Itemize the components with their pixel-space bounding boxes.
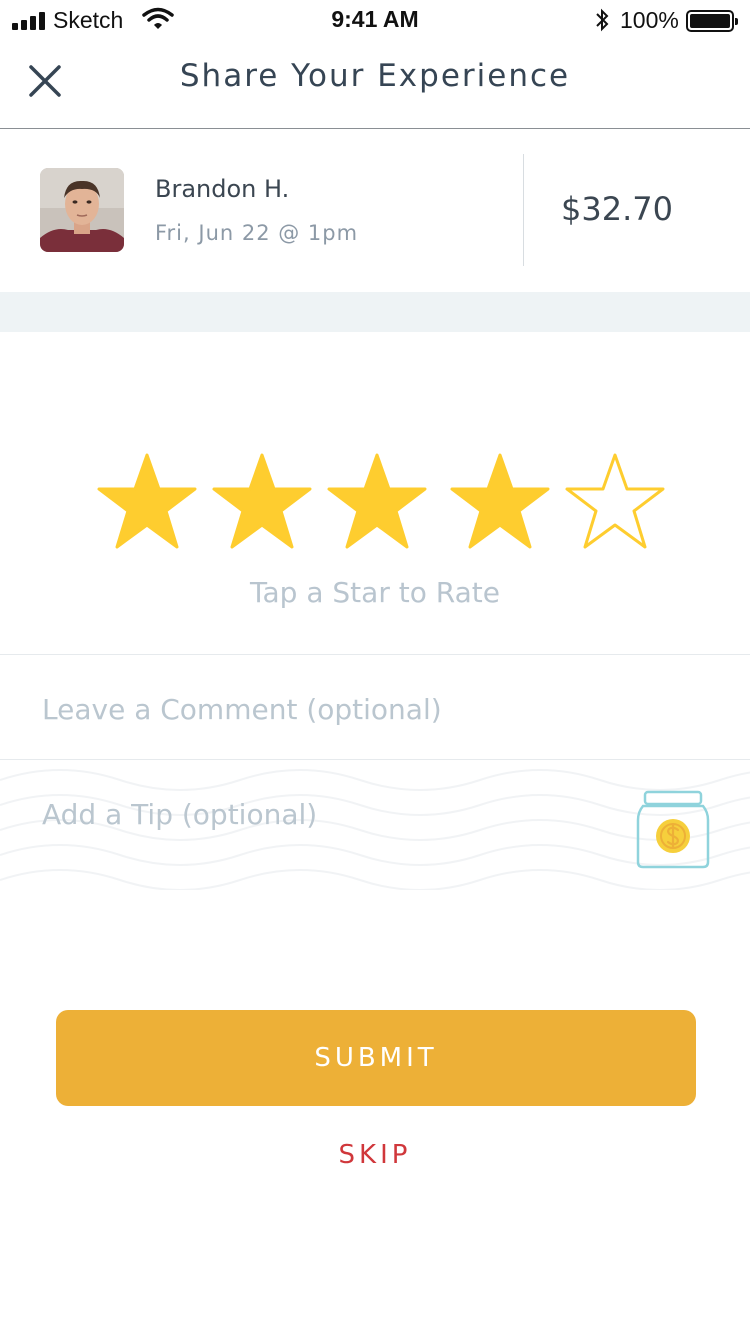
section-separator — [0, 292, 750, 332]
provider-name: Brandon H. — [155, 175, 290, 203]
star-icon[interactable] — [97, 452, 197, 552]
battery-percentage: 100% — [620, 7, 679, 33]
appointment-summary: Brandon H. Fri, Jun 22 @ 1pm $32.70 — [0, 130, 750, 292]
star-icon[interactable] — [450, 452, 550, 552]
tip-jar-icon[interactable] — [635, 790, 711, 870]
star-icon[interactable] — [212, 452, 312, 552]
skip-button[interactable]: SKIP — [0, 1140, 750, 1170]
avatar — [40, 168, 124, 252]
appointment-price: $32.70 — [561, 190, 673, 228]
rating-hint: Tap a Star to Rate — [250, 576, 500, 609]
tip-placeholder: Add a Tip (optional) — [42, 798, 318, 831]
battery-icon — [686, 10, 738, 32]
appointment-datetime: Fri, Jun 22 @ 1pm — [155, 221, 359, 245]
comment-placeholder: Leave a Comment (optional) — [42, 693, 442, 726]
star-icon[interactable] — [327, 452, 427, 552]
star-rating[interactable] — [0, 452, 750, 552]
status-bar: Sketch 9:41 AM 100% — [0, 0, 750, 40]
tip-field[interactable]: Add a Tip (optional) — [0, 760, 750, 890]
page-title: Share Your Experience — [179, 58, 571, 94]
nav-bar: Share Your Experience — [0, 40, 750, 129]
comment-field[interactable]: Leave a Comment (optional) — [0, 655, 750, 759]
star-icon[interactable] — [565, 452, 665, 552]
bluetooth-icon — [596, 8, 609, 32]
submit-button[interactable]: SUBMIT — [56, 1010, 696, 1106]
